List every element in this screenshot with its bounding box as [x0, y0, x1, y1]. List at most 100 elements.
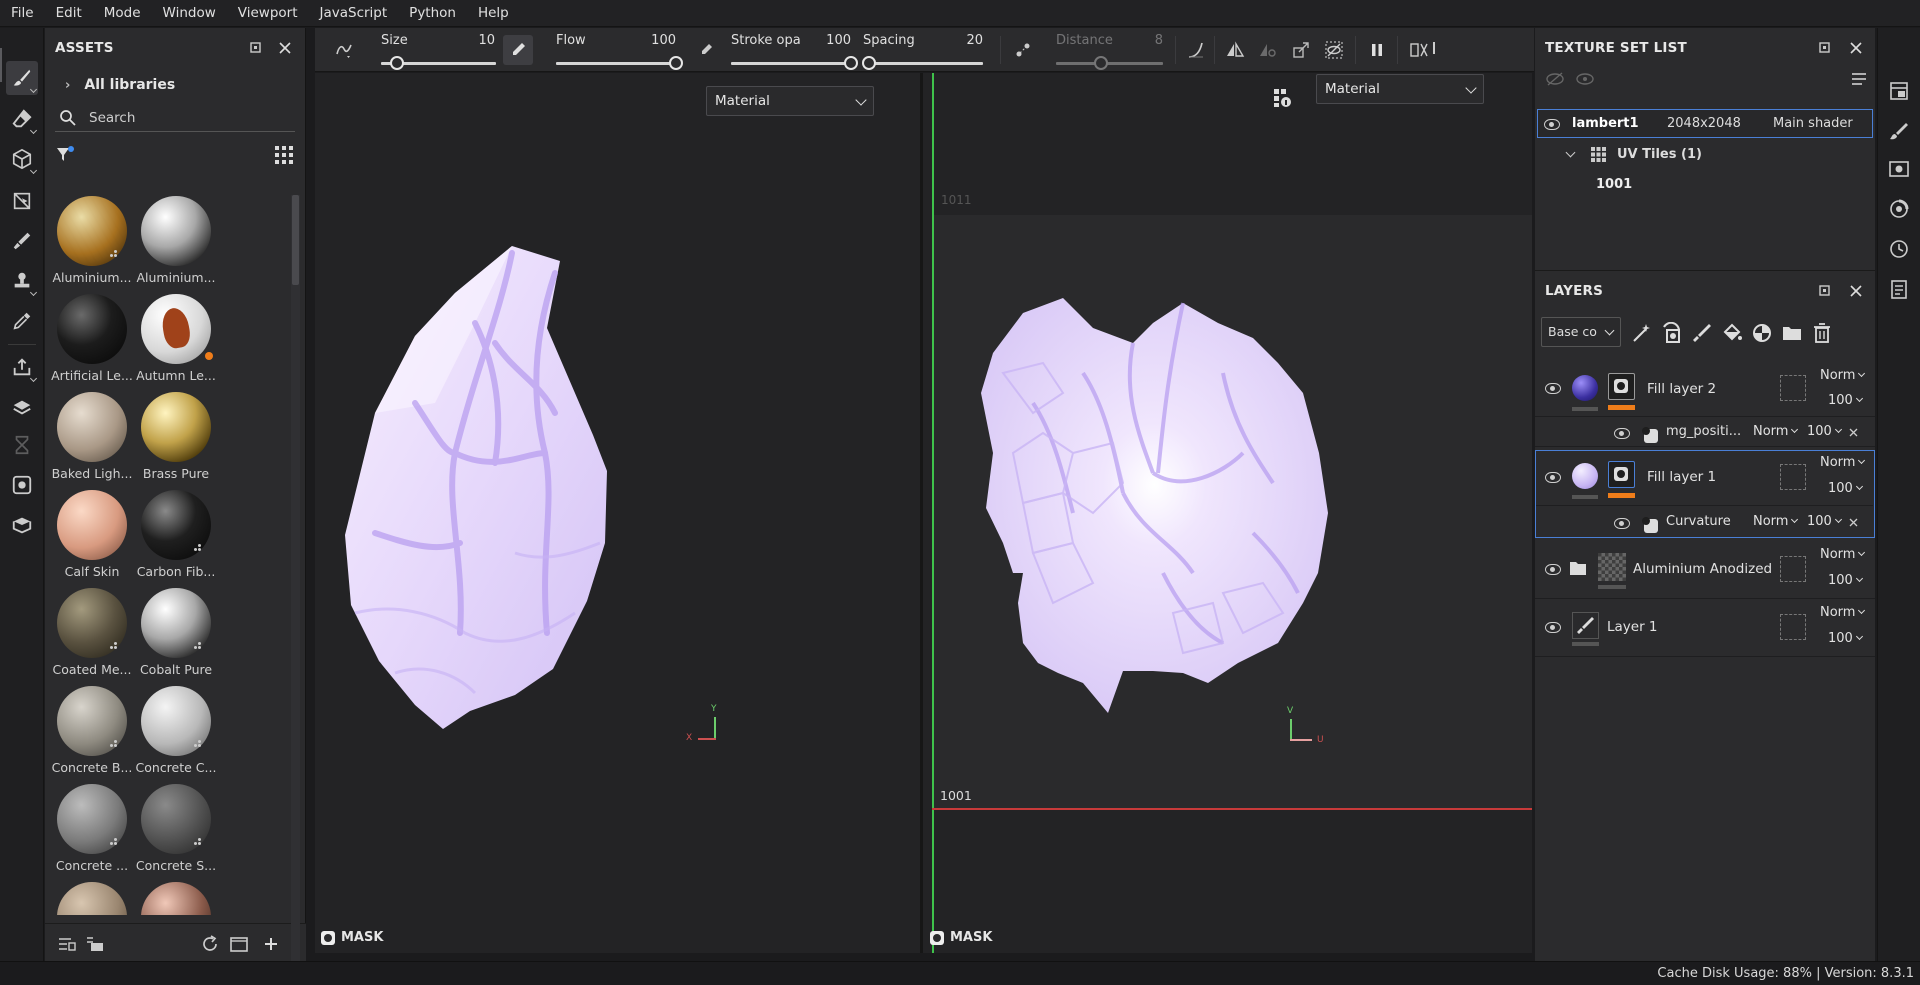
- asset-tile[interactable]: Concrete B...: [50, 680, 134, 775]
- layer-mask-thumbnail[interactable]: [1608, 373, 1635, 400]
- flow-slider-handle[interactable]: [669, 56, 683, 70]
- eraser-tool[interactable]: [6, 102, 38, 136]
- menu-edit[interactable]: Edit: [45, 0, 93, 27]
- stroke-curve-button[interactable]: [1181, 35, 1211, 65]
- viewport-3d-mask-toggle[interactable]: MASK: [321, 930, 383, 945]
- eye-icon[interactable]: [1545, 472, 1561, 483]
- add-icon[interactable]: [261, 934, 281, 954]
- menu-mode[interactable]: Mode: [93, 0, 152, 27]
- menu-window[interactable]: Window: [152, 0, 227, 27]
- asset-tile[interactable]: Calf Skin: [50, 484, 134, 579]
- layer-opacity[interactable]: 100: [1828, 481, 1863, 496]
- undock-icon[interactable]: [248, 40, 264, 56]
- display-settings-icon[interactable]: [1888, 158, 1910, 180]
- menu-help[interactable]: Help: [467, 0, 520, 27]
- menu-lines-icon[interactable]: [1850, 70, 1868, 88]
- log-icon[interactable]: [1888, 278, 1910, 300]
- display-settings-tool[interactable]: [6, 508, 38, 542]
- history-icon[interactable]: [1888, 238, 1910, 260]
- scrollbar-thumb[interactable]: [292, 195, 299, 285]
- undock-icon[interactable]: [1817, 40, 1833, 56]
- add-mask-icon[interactable]: [1661, 322, 1683, 344]
- eye-icon[interactable]: [1614, 518, 1630, 529]
- menu-python[interactable]: Python: [398, 0, 467, 27]
- polygon-fill-tool[interactable]: [6, 184, 38, 218]
- blend-mode[interactable]: Norm: [1820, 547, 1866, 562]
- add-paint-layer-icon[interactable]: [1691, 322, 1713, 344]
- stroke-opacity-icon-button[interactable]: [691, 35, 721, 65]
- asset-tile[interactable]: Concrete C...: [134, 680, 218, 775]
- brush-properties-icon[interactable]: [1888, 120, 1910, 142]
- grid-view-icon[interactable]: [275, 146, 293, 164]
- physics-button[interactable]: [1286, 35, 1316, 65]
- menu-file[interactable]: File: [0, 0, 45, 27]
- layer-row-aluminium-folder[interactable]: Aluminium Anodized ... Norm 100: [1535, 541, 1875, 599]
- channel-dropdown[interactable]: Base co: [1541, 317, 1621, 347]
- asset-tile[interactable]: Autumn Le...: [134, 288, 218, 383]
- eye-icon[interactable]: [1545, 383, 1561, 394]
- layer-row-fill-layer-2[interactable]: Fill layer 2 Norm 100: [1535, 361, 1875, 417]
- spacing-slider-handle[interactable]: [862, 56, 876, 70]
- stroke-opacity-slider[interactable]: [731, 62, 851, 65]
- asset-tile[interactable]: [50, 876, 134, 915]
- refresh-icon[interactable]: [200, 934, 220, 954]
- more-button[interactable]: [1430, 35, 1438, 65]
- list-filter-icon[interactable]: [57, 934, 77, 954]
- asset-tile[interactable]: Coated Me...: [50, 582, 134, 677]
- asset-tile[interactable]: [134, 876, 218, 915]
- folder-icon[interactable]: [229, 934, 249, 954]
- asset-tile[interactable]: Concrete S...: [134, 778, 218, 873]
- flow-slider[interactable]: [556, 62, 676, 65]
- blend-mode[interactable]: Norm: [1820, 368, 1866, 383]
- effect-opacity[interactable]: 100: [1807, 424, 1842, 439]
- add-effect-icon[interactable]: [1631, 322, 1653, 344]
- undock-icon[interactable]: [1817, 283, 1833, 299]
- layer-channel-box[interactable]: [1780, 556, 1806, 582]
- render-tool[interactable]: [6, 468, 38, 502]
- eye-icon[interactable]: [1544, 118, 1560, 130]
- effect-opacity[interactable]: 100: [1807, 514, 1842, 529]
- layer-opacity[interactable]: 100: [1828, 631, 1863, 646]
- asset-tile[interactable]: Artificial Le...: [50, 288, 134, 383]
- stroke-opacity-slider-handle[interactable]: [844, 56, 858, 70]
- dynamic-stroke-button[interactable]: [1319, 35, 1349, 65]
- lazy-mouse-button[interactable]: [1008, 35, 1038, 65]
- paint-brush-tool[interactable]: [6, 61, 38, 95]
- layer-mask-thumbnail[interactable]: [1608, 461, 1635, 488]
- pause-button[interactable]: [1362, 35, 1392, 65]
- effect-blend-mode[interactable]: Norm: [1753, 514, 1799, 529]
- add-smart-material-icon[interactable]: [1751, 322, 1773, 344]
- texture-set-row[interactable]: lambert1 2048x2048 Main shader: [1537, 109, 1873, 138]
- add-folder-icon[interactable]: [1781, 322, 1803, 344]
- layer-channel-box[interactable]: [1780, 464, 1806, 490]
- viewport-2d-mask-toggle[interactable]: MASK: [930, 930, 992, 945]
- asset-tile[interactable]: Cobalt Pure: [134, 582, 218, 677]
- blend-mode[interactable]: Norm: [1820, 605, 1866, 620]
- eye-icon[interactable]: [1545, 564, 1561, 575]
- menu-viewport[interactable]: Viewport: [227, 0, 309, 27]
- close-icon[interactable]: [1848, 283, 1864, 299]
- layer-opacity[interactable]: 100: [1828, 393, 1863, 408]
- asset-tile[interactable]: Aluminium...: [50, 190, 134, 285]
- viewport-2d[interactable]: 1011 1001 Material V U MASK: [923, 73, 1532, 953]
- layer-channel-box[interactable]: [1780, 614, 1806, 640]
- layer-row-fill-layer-1[interactable]: Fill layer 1 Norm 100 Curvature Norm 100: [1535, 450, 1875, 538]
- add-fill-layer-icon[interactable]: [1721, 322, 1743, 344]
- clone-tool[interactable]: [6, 264, 38, 298]
- assets-scrollbar[interactable]: [291, 195, 300, 965]
- asset-search-input[interactable]: Search: [55, 104, 295, 132]
- shader-settings-icon[interactable]: [1888, 198, 1910, 220]
- effect-row-mg-position[interactable]: mg_positi... Norm 100: [1535, 417, 1875, 447]
- blend-mode[interactable]: Norm: [1820, 455, 1866, 470]
- asset-tile[interactable]: Baked Ligh...: [50, 386, 134, 481]
- filter-icon[interactable]: [55, 144, 77, 166]
- symmetry-button[interactable]: [1220, 35, 1250, 65]
- asset-tile[interactable]: Aluminium...: [134, 190, 218, 285]
- effect-blend-mode[interactable]: Norm: [1753, 424, 1799, 439]
- eye-icon[interactable]: [1545, 622, 1561, 633]
- spacing-slider[interactable]: [863, 62, 983, 65]
- delete-icon[interactable]: [1811, 322, 1833, 344]
- export-tool[interactable]: [6, 350, 38, 384]
- texture-set-settings-icon[interactable]: [1888, 80, 1910, 102]
- library-selector[interactable]: › All libraries: [45, 68, 305, 102]
